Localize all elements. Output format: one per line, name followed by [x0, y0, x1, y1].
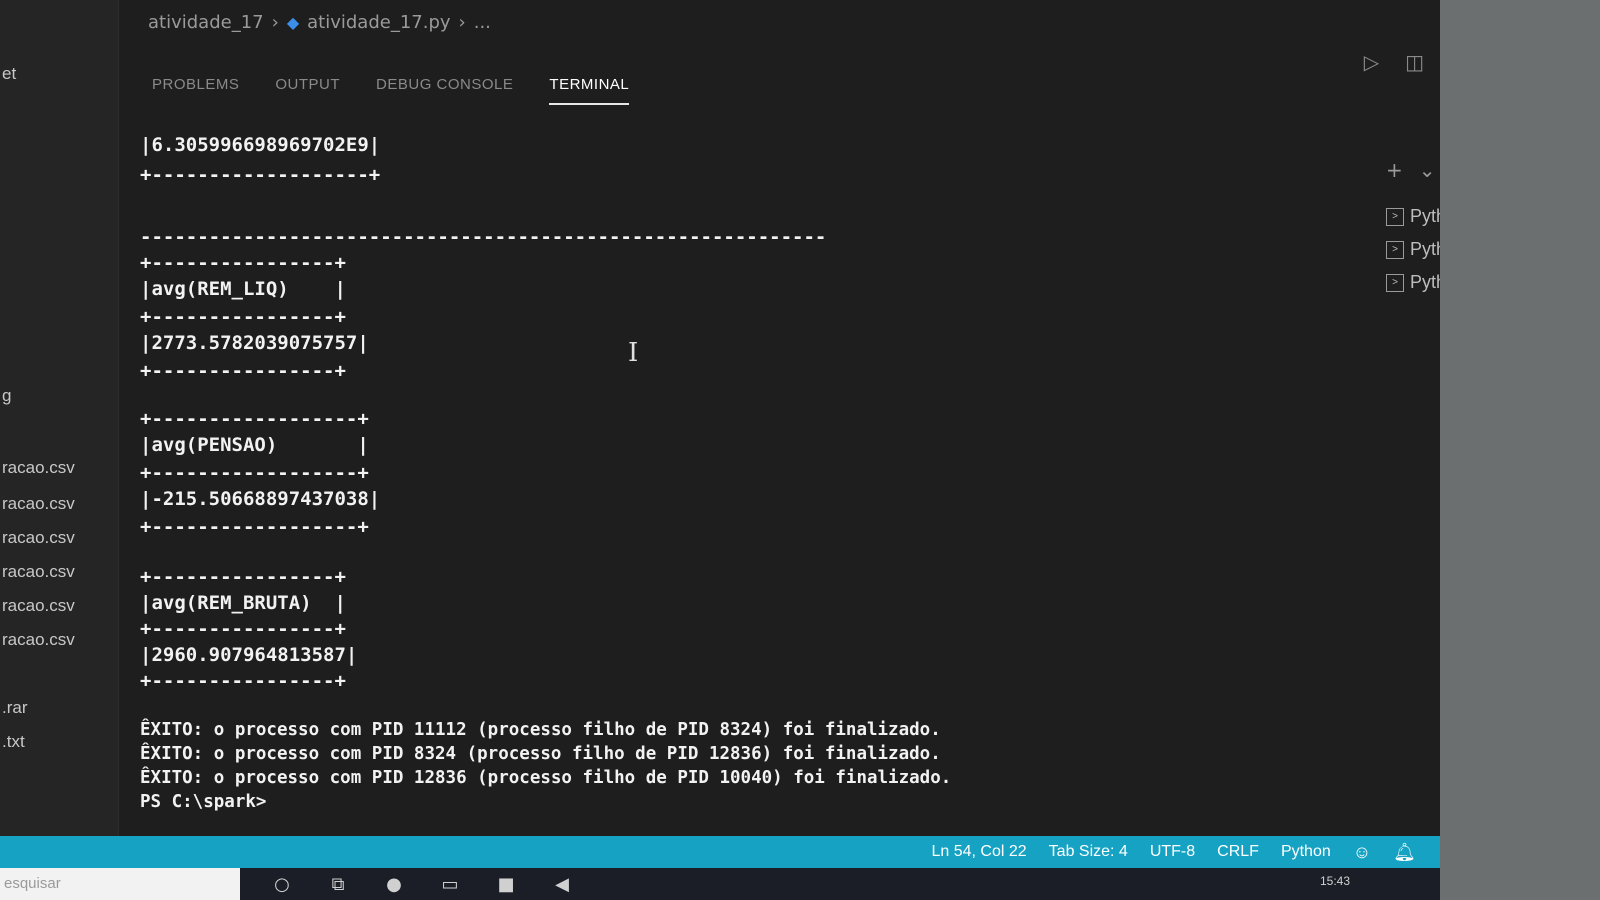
chevron-down-icon[interactable]: ⌄	[1419, 158, 1436, 182]
terminal-line: |2960.907964813587|	[140, 644, 358, 666]
explorer-item[interactable]: et	[2, 64, 16, 84]
breadcrumb-folder[interactable]: atividade_17	[148, 12, 264, 33]
terminal-line: |avg(REM_LIQ) |	[140, 278, 346, 300]
terminal-line: |6.305996698969702E9|	[140, 134, 381, 156]
terminal-line: |avg(REM_BRUTA) |	[140, 592, 346, 614]
terminal-line: +----------------+	[140, 306, 346, 328]
explorer-item[interactable]: racao.csv	[2, 596, 75, 616]
breadcrumb-more[interactable]: ...	[474, 12, 491, 33]
terminal-icon: >	[1386, 273, 1404, 292]
app-icon[interactable]: ■	[492, 874, 520, 895]
terminal-line: +------------------+	[140, 462, 369, 484]
search-icon[interactable]: ○	[268, 874, 296, 895]
terminal-line: +------------------+	[140, 516, 369, 538]
taskbar: esquisar ○ ⧉ ● ▭ ■ ◀ 15:43	[0, 868, 1440, 900]
tab-output[interactable]: OUTPUT	[275, 76, 340, 105]
terminal-line: |avg(PENSAO) |	[140, 434, 369, 456]
terminal-line: +----------------+	[140, 252, 346, 274]
status-position[interactable]: Ln 54, Col 22	[931, 843, 1026, 861]
terminal-icon: >	[1386, 240, 1404, 259]
terminal-message: ÊXITO: o processo com PID 11112 (process…	[140, 720, 941, 740]
terminal-line: +----------------+	[140, 360, 346, 382]
tab-problems[interactable]: PROBLEMS	[152, 76, 239, 105]
breadcrumb-file[interactable]: atividade_17.py	[307, 12, 450, 33]
terminal-icon: >	[1386, 207, 1404, 226]
explorer-item[interactable]: racao.csv	[2, 528, 75, 548]
python-file-icon: ◆	[286, 13, 300, 32]
status-encoding[interactable]: UTF-8	[1150, 843, 1195, 861]
explorer-item[interactable]: racao.csv	[2, 494, 75, 514]
monitor-bezel	[1440, 0, 1600, 900]
taskbar-clock: 15:43	[1319, 874, 1350, 888]
terminal-line: |-215.50668897437038|	[140, 488, 381, 510]
explorer-item[interactable]: .rar	[2, 698, 28, 718]
status-eol[interactable]: CRLF	[1217, 843, 1259, 861]
taskbar-search-input[interactable]: esquisar	[0, 868, 240, 900]
explorer-item[interactable]: racao.csv	[2, 458, 75, 478]
status-bar: Ln 54, Col 22 Tab Size: 4 UTF-8 CRLF Pyt…	[0, 836, 1440, 868]
explorer-item[interactable]: racao.csv	[2, 630, 75, 650]
chevron-right-icon: ›	[458, 12, 466, 33]
breadcrumb: atividade_17 › ◆ atividade_17.py › ...	[148, 12, 491, 33]
status-tab-size[interactable]: Tab Size: 4	[1049, 843, 1128, 861]
tab-debug-console[interactable]: DEBUG CONSOLE	[376, 76, 513, 105]
tab-terminal[interactable]: TERMINAL	[549, 76, 630, 105]
explorer-item[interactable]: g	[2, 386, 11, 406]
explorer-item[interactable]: .txt	[2, 732, 25, 752]
terminal-line: +-------------------+	[140, 164, 381, 186]
terminal-line: +----------------+	[140, 618, 346, 640]
terminal-line: +----------------+	[140, 566, 346, 588]
terminal-prompt[interactable]: PS C:\spark>	[140, 792, 266, 812]
new-terminal-icon[interactable]: +	[1386, 158, 1403, 182]
explorer-sidebar: et g racao.csv racao.csv racao.csv racao…	[0, 0, 119, 836]
run-icon[interactable]: ▷	[1364, 50, 1379, 74]
text-cursor-icon: I	[628, 338, 639, 368]
folder-icon[interactable]: ▭	[436, 874, 464, 895]
terminal-message: ÊXITO: o processo com PID 8324 (processo…	[140, 744, 941, 764]
terminal-message: ÊXITO: o processo com PID 12836 (process…	[140, 768, 952, 788]
browser-icon[interactable]: ●	[380, 874, 408, 895]
terminal-line: ----------------------------------------…	[140, 226, 827, 248]
status-language[interactable]: Python	[1281, 843, 1331, 861]
task-view-icon[interactable]: ⧉	[324, 874, 352, 895]
terminal-line: |2773.5782039075757|	[140, 332, 369, 354]
panel-tabs: PROBLEMS OUTPUT DEBUG CONSOLE TERMINAL	[152, 76, 630, 105]
chevron-right-icon: ›	[271, 12, 279, 33]
terminal-output[interactable]: |6.305996698969702E9| +-----------------…	[140, 134, 1320, 824]
terminal-line: +------------------+	[140, 408, 369, 430]
terminal-line: +----------------+	[140, 670, 346, 692]
vscode-icon[interactable]: ◀	[548, 874, 576, 895]
bell-icon[interactable]: 🔔︎	[1393, 842, 1416, 863]
split-editor-icon[interactable]: ◫	[1405, 50, 1424, 74]
explorer-item[interactable]: racao.csv	[2, 562, 75, 582]
feedback-icon[interactable]: ☺	[1353, 842, 1371, 863]
